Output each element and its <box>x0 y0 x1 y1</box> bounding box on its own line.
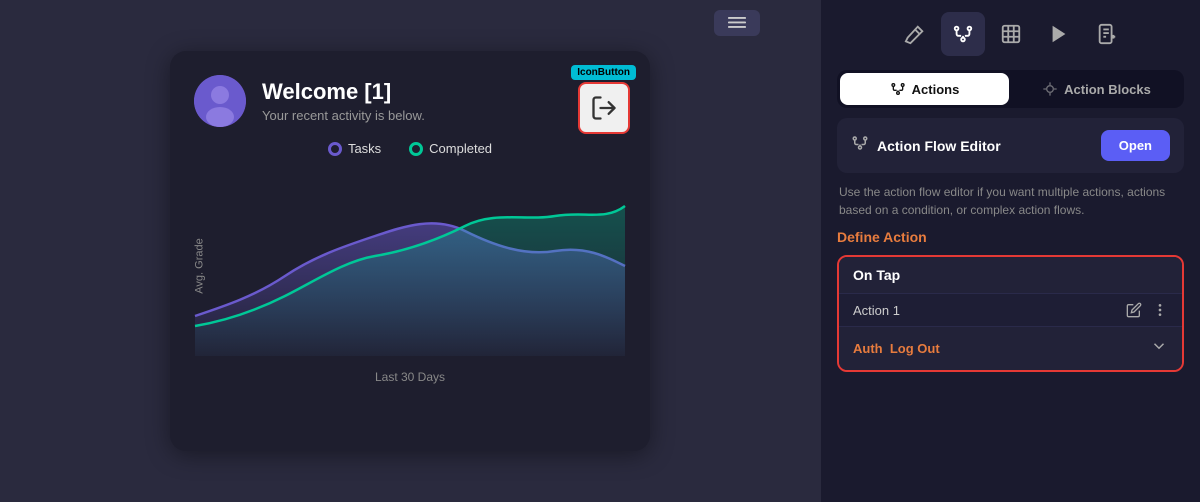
auth-chevron[interactable] <box>1150 337 1168 360</box>
tab-actions[interactable]: Actions <box>840 73 1009 105</box>
y-axis-label: Avg. Grade <box>194 238 206 293</box>
tab-actions-label: Actions <box>912 82 960 97</box>
flow-button[interactable] <box>941 12 985 56</box>
tab-row: Actions Action Blocks <box>837 70 1184 108</box>
tasks-dot <box>328 142 342 156</box>
card-header: Welcome [1] Your recent activity is belo… <box>194 75 626 127</box>
chart-area: Avg. Grade <box>194 166 626 366</box>
open-button[interactable]: Open <box>1101 130 1170 161</box>
icon-button-container: IconButton <box>571 65 636 134</box>
completed-label: Completed <box>429 141 492 156</box>
table-button[interactable] <box>989 12 1033 56</box>
right-panel: Actions Action Blocks Action Flow Editor… <box>820 0 1200 502</box>
description-text: Use the action flow editor if you want m… <box>837 183 1184 219</box>
x-axis-label: Last 30 Days <box>194 370 626 384</box>
define-action-label: Define Action <box>837 229 1184 245</box>
on-tap-header: On Tap <box>839 257 1182 293</box>
wand-button[interactable] <box>893 12 937 56</box>
completed-dot <box>409 142 423 156</box>
flow-editor-icon <box>851 134 869 157</box>
auth-label: Auth Log Out <box>853 341 940 356</box>
left-panel: Welcome [1] Your recent activity is belo… <box>0 0 820 502</box>
avatar <box>194 75 246 127</box>
on-tap-icons <box>1126 302 1168 318</box>
more-icon[interactable] <box>1152 302 1168 318</box>
on-tap-action-label: Action 1 <box>853 303 900 318</box>
auth-text: Auth <box>853 341 883 356</box>
auth-row: Auth Log Out <box>839 326 1182 370</box>
flow-editor-left: Action Flow Editor <box>851 134 1001 157</box>
card-subtitle: Your recent activity is below. <box>262 108 425 123</box>
chart-svg <box>194 166 626 356</box>
edit-icon[interactable] <box>1126 302 1142 318</box>
menu-icon <box>728 16 746 30</box>
card-title-area: Welcome [1] Your recent activity is belo… <box>262 79 425 123</box>
note-add-button[interactable] <box>1085 12 1129 56</box>
flow-editor-row: Action Flow Editor Open <box>837 118 1184 173</box>
flow-editor-label: Action Flow Editor <box>877 138 1001 154</box>
chart-legend: Tasks Completed <box>194 141 626 156</box>
logout-icon <box>590 94 618 122</box>
icon-button-badge: IconButton <box>571 65 636 80</box>
auth-action-text: Log Out <box>890 341 940 356</box>
tasks-label: Tasks <box>348 141 381 156</box>
on-tap-title: On Tap <box>853 267 900 283</box>
menu-button[interactable] <box>714 10 760 36</box>
on-tap-box: On Tap Action 1 Auth Log Out <box>837 255 1184 372</box>
play-button[interactable] <box>1037 12 1081 56</box>
tab-action-blocks[interactable]: Action Blocks <box>1012 73 1181 105</box>
top-bar <box>714 10 760 36</box>
legend-tasks: Tasks <box>328 141 381 156</box>
card-title: Welcome [1] <box>262 79 425 105</box>
tab-action-blocks-label: Action Blocks <box>1064 82 1151 97</box>
card: Welcome [1] Your recent activity is belo… <box>170 51 650 451</box>
toolbar <box>837 12 1184 56</box>
on-tap-action-row: Action 1 <box>839 293 1182 326</box>
legend-completed: Completed <box>409 141 492 156</box>
icon-button[interactable] <box>578 82 630 134</box>
